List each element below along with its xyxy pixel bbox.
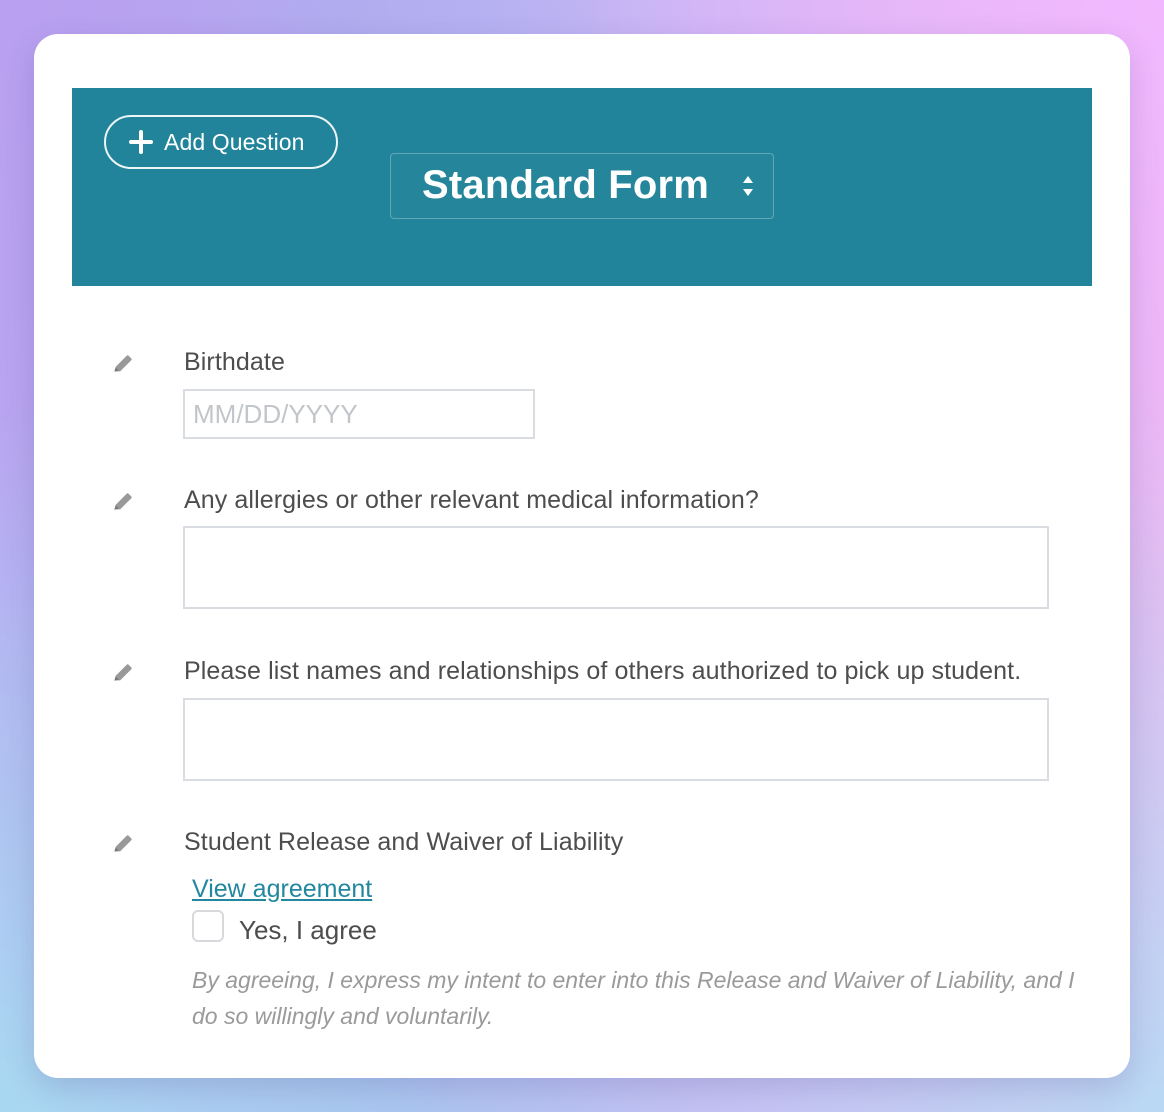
birthdate-input[interactable]: [183, 389, 535, 439]
pencil-icon[interactable]: [110, 351, 136, 377]
agree-checkbox[interactable]: [192, 910, 224, 942]
add-question-button[interactable]: Add Question: [104, 115, 338, 169]
form-type-select[interactable]: Standard Form: [390, 153, 774, 219]
form-type-label: Standard Form: [422, 163, 710, 207]
authorized-pickup-textarea[interactable]: [183, 698, 1049, 781]
waiver-disclaimer: By agreeing, I express my intent to ente…: [192, 967, 1075, 1029]
view-agreement-link[interactable]: View agreement: [192, 875, 372, 904]
question-label: Birthdate: [184, 348, 285, 376]
pencil-icon[interactable]: [110, 660, 136, 686]
question-label: Student Release and Waiver of Liability: [184, 828, 624, 856]
agree-checkbox-label[interactable]: Yes, I agree: [239, 917, 377, 943]
plus-icon: [128, 129, 154, 155]
medical-information-textarea[interactable]: [183, 526, 1049, 609]
pencil-icon[interactable]: [110, 489, 136, 515]
pencil-icon[interactable]: [110, 831, 136, 857]
form-builder-card: Add Question Standard Form Birthdate Any…: [34, 34, 1130, 1078]
form-builder-header: Add Question Standard Form: [72, 88, 1092, 286]
question-label: Please list names and relationships of o…: [184, 657, 1022, 685]
select-arrows-icon: [741, 172, 755, 200]
add-question-label: Add Question: [164, 128, 305, 155]
question-label: Any allergies or other relevant medical …: [184, 486, 759, 514]
